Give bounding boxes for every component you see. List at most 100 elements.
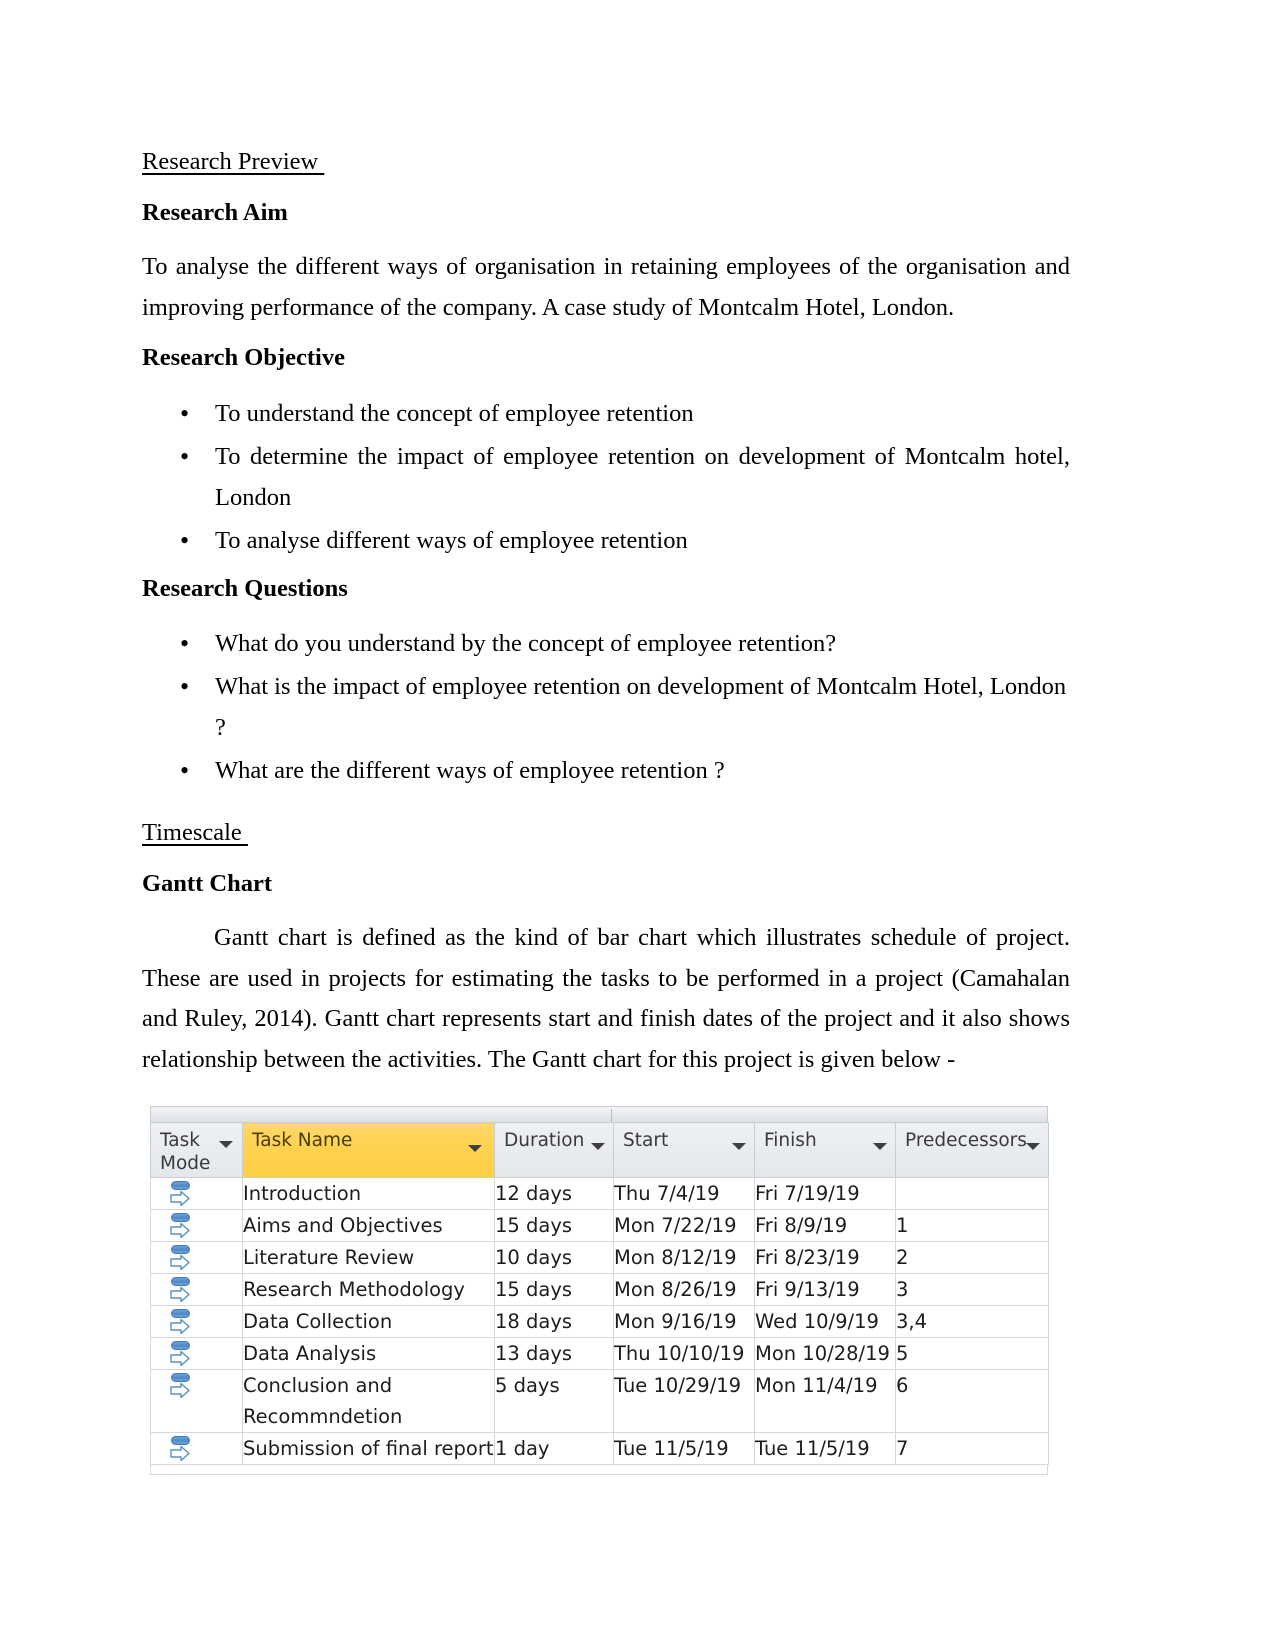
cell-finish[interactable]: Mon 11/4/19 bbox=[754, 1369, 896, 1433]
list-item: To understand the concept of employee re… bbox=[142, 393, 1070, 434]
cell-task-mode[interactable] bbox=[150, 1305, 243, 1338]
right-arrow-icon bbox=[170, 1286, 190, 1303]
cell-predecessors[interactable]: 6 bbox=[895, 1369, 1049, 1433]
cell-task-mode[interactable] bbox=[150, 1369, 243, 1433]
pill-shape bbox=[171, 1309, 190, 1318]
table-row[interactable]: Data Collection 18 days Mon 9/16/19 Wed … bbox=[150, 1305, 1049, 1338]
cell-task-mode[interactable] bbox=[150, 1241, 243, 1274]
gantt-chart-paragraph: Gantt chart is defined as the kind of ba… bbox=[142, 924, 1070, 1073]
right-arrow-icon bbox=[170, 1190, 190, 1207]
cell-start[interactable]: Mon 8/12/19 bbox=[613, 1241, 755, 1274]
right-arrow-icon bbox=[170, 1445, 190, 1462]
gantt-chart-table-image: Task Mode Task Name Duration Start Finis… bbox=[150, 1106, 1049, 1475]
cell-duration[interactable]: 15 days bbox=[494, 1209, 614, 1242]
cell-finish[interactable]: Fri 9/13/19 bbox=[754, 1273, 896, 1306]
cell-task-name[interactable]: Research Methodology bbox=[242, 1273, 495, 1306]
pill-shape bbox=[171, 1341, 190, 1350]
cell-task-mode[interactable] bbox=[150, 1177, 243, 1210]
right-arrow-icon bbox=[170, 1382, 190, 1399]
cell-start[interactable]: Thu 10/10/19 bbox=[613, 1337, 755, 1370]
pill-shape bbox=[171, 1213, 190, 1222]
column-header-start[interactable]: Start bbox=[613, 1122, 755, 1178]
cell-predecessors[interactable]: 2 bbox=[895, 1241, 1049, 1274]
list-item: What do you understand by the concept of… bbox=[142, 623, 1070, 664]
chevron-down-icon[interactable] bbox=[468, 1145, 482, 1152]
cell-finish[interactable]: Mon 10/28/19 bbox=[754, 1337, 896, 1370]
column-header-task-name[interactable]: Task Name bbox=[242, 1122, 495, 1178]
cell-task-name[interactable]: Data Analysis bbox=[242, 1337, 495, 1370]
manually-scheduled-icon bbox=[170, 1373, 194, 1400]
cell-start[interactable]: Mon 9/16/19 bbox=[613, 1305, 755, 1338]
table-row[interactable]: Research Methodology 15 days Mon 8/26/19… bbox=[150, 1273, 1049, 1306]
cell-task-mode[interactable] bbox=[150, 1337, 243, 1370]
manually-scheduled-icon bbox=[170, 1213, 194, 1240]
gantt-chart-heading: Gantt Chart bbox=[142, 869, 272, 897]
cell-task-name[interactable]: Data Collection bbox=[242, 1305, 495, 1338]
timeline-tick-marker bbox=[611, 1109, 612, 1122]
cell-finish[interactable]: Wed 10/9/19 bbox=[754, 1305, 896, 1338]
table-header-row: Task Mode Task Name Duration Start Finis… bbox=[150, 1122, 1049, 1178]
chevron-down-icon[interactable] bbox=[591, 1143, 605, 1150]
table-bottom-edge bbox=[150, 1465, 1048, 1475]
chevron-down-icon[interactable] bbox=[873, 1143, 887, 1150]
cell-predecessors[interactable] bbox=[895, 1177, 1049, 1210]
table-row[interactable]: Conclusion and Recommndetion 5 days Tue … bbox=[150, 1369, 1049, 1433]
list-item: To analyse different ways of employee re… bbox=[142, 520, 1070, 561]
column-header-finish[interactable]: Finish bbox=[754, 1122, 896, 1178]
document-page: Research Preview Research Aim To analyse… bbox=[0, 0, 1275, 1650]
cell-finish[interactable]: Fri 7/19/19 bbox=[754, 1177, 896, 1210]
cell-start[interactable]: Mon 7/22/19 bbox=[613, 1209, 755, 1242]
list-item: To determine the impact of employee rete… bbox=[142, 436, 1070, 518]
cell-predecessors[interactable]: 1 bbox=[895, 1209, 1049, 1242]
column-header-task-mode[interactable]: Task Mode bbox=[150, 1122, 243, 1178]
timescale-title: Timescale bbox=[142, 819, 248, 846]
cell-start[interactable]: Tue 11/5/19 bbox=[613, 1432, 755, 1465]
pill-shape bbox=[171, 1245, 190, 1254]
chevron-down-icon[interactable] bbox=[732, 1143, 746, 1150]
table-row[interactable]: Data Analysis 13 days Thu 10/10/19 Mon 1… bbox=[150, 1337, 1049, 1370]
cell-predecessors[interactable]: 7 bbox=[895, 1432, 1049, 1465]
table-row[interactable]: Introduction 12 days Thu 7/4/19 Fri 7/19… bbox=[150, 1177, 1049, 1210]
cell-task-name[interactable]: Aims and Objectives bbox=[242, 1209, 495, 1242]
chevron-down-icon[interactable] bbox=[1026, 1143, 1040, 1150]
manually-scheduled-icon bbox=[170, 1436, 194, 1463]
right-arrow-icon bbox=[170, 1254, 190, 1271]
research-objective-heading: Research Objective bbox=[142, 344, 345, 371]
cell-duration[interactable]: 12 days bbox=[494, 1177, 614, 1210]
cell-task-name[interactable]: Introduction bbox=[242, 1177, 495, 1210]
column-header-duration[interactable]: Duration bbox=[494, 1122, 614, 1178]
cell-task-name[interactable]: Submission of final report bbox=[242, 1432, 495, 1465]
cell-task-name[interactable]: Literature Review bbox=[242, 1241, 495, 1274]
cell-start[interactable]: Mon 8/26/19 bbox=[613, 1273, 755, 1306]
chevron-down-icon[interactable] bbox=[219, 1141, 233, 1148]
cell-duration[interactable]: 1 day bbox=[494, 1432, 614, 1465]
column-header-predecessors[interactable]: Predecessors bbox=[895, 1122, 1049, 1178]
cell-task-name[interactable]: Conclusion and Recommndetion bbox=[242, 1369, 495, 1433]
cell-duration[interactable]: 5 days bbox=[494, 1369, 614, 1433]
table-row[interactable]: Literature Review 10 days Mon 8/12/19 Fr… bbox=[150, 1241, 1049, 1274]
cell-task-mode[interactable] bbox=[150, 1209, 243, 1242]
manually-scheduled-icon bbox=[170, 1181, 194, 1208]
cell-predecessors[interactable]: 3,4 bbox=[895, 1305, 1049, 1338]
cell-duration[interactable]: 15 days bbox=[494, 1273, 614, 1306]
right-arrow-icon bbox=[170, 1350, 190, 1367]
cell-finish[interactable]: Fri 8/23/19 bbox=[754, 1241, 896, 1274]
cell-finish[interactable]: Tue 11/5/19 bbox=[754, 1432, 896, 1465]
table-row[interactable]: Submission of final report 1 day Tue 11/… bbox=[150, 1432, 1049, 1465]
table-row[interactable]: Aims and Objectives 15 days Mon 7/22/19 … bbox=[150, 1209, 1049, 1242]
cell-finish[interactable]: Fri 8/9/19 bbox=[754, 1209, 896, 1242]
list-item: What is the impact of employee retention… bbox=[142, 666, 1070, 748]
cell-duration[interactable]: 18 days bbox=[494, 1305, 614, 1338]
cell-predecessors[interactable]: 5 bbox=[895, 1337, 1049, 1370]
cell-task-mode[interactable] bbox=[150, 1432, 243, 1465]
cell-start[interactable]: Tue 10/29/19 bbox=[613, 1369, 755, 1433]
cell-duration[interactable]: 10 days bbox=[494, 1241, 614, 1274]
manually-scheduled-icon bbox=[170, 1341, 194, 1368]
cell-predecessors[interactable]: 3 bbox=[895, 1273, 1049, 1306]
cell-duration[interactable]: 13 days bbox=[494, 1337, 614, 1370]
cell-start[interactable]: Thu 7/4/19 bbox=[613, 1177, 755, 1210]
pill-shape bbox=[171, 1277, 190, 1286]
table-body: Introduction 12 days Thu 7/4/19 Fri 7/19… bbox=[150, 1177, 1049, 1465]
cell-task-mode[interactable] bbox=[150, 1273, 243, 1306]
